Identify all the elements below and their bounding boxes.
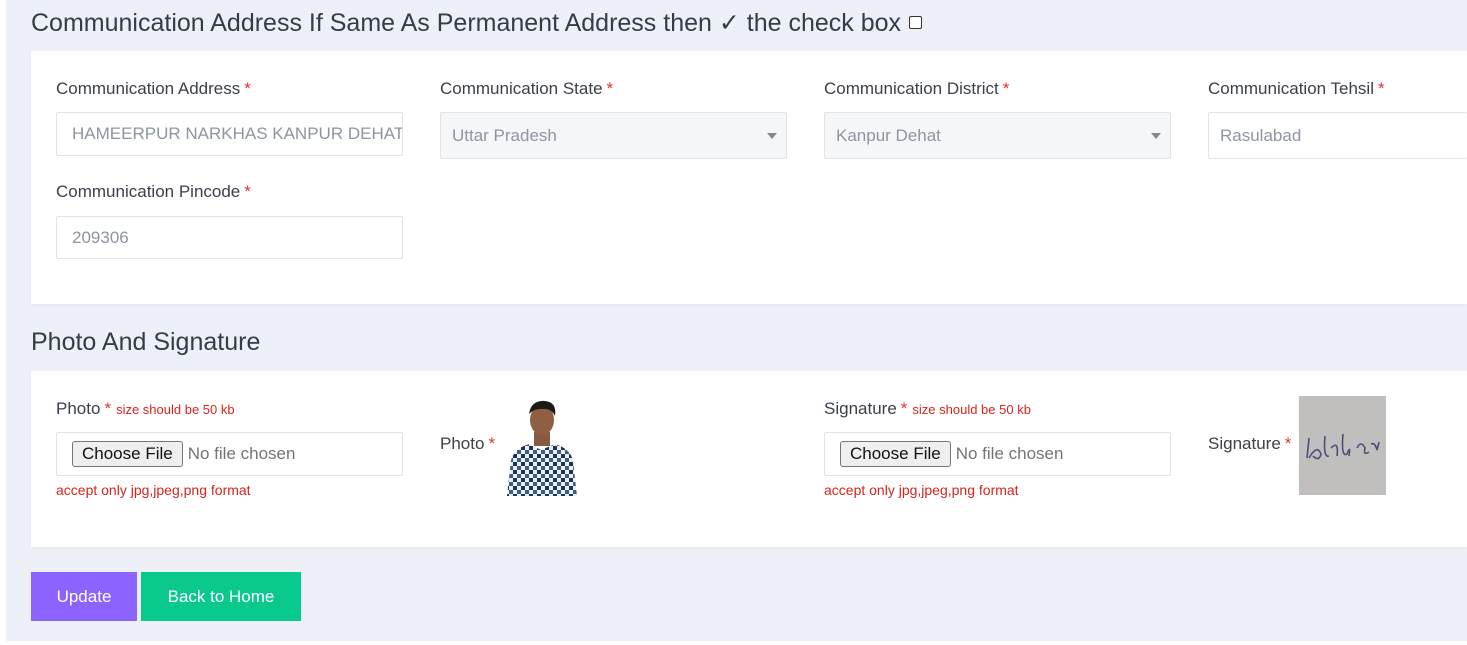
communication-pincode-label-text: Communication Pincode: [56, 182, 241, 201]
photo-signature-card: Photo * size should be 50 kb Choose File N…: [31, 371, 1467, 547]
photo-size-hint: size should be 50 kb: [116, 402, 235, 417]
photo-choose-file-button[interactable]: Choose File: [72, 441, 183, 467]
same-as-permanent-checkbox[interactable]: [909, 15, 923, 29]
required-mark: *: [244, 182, 251, 201]
required-mark: *: [900, 399, 908, 418]
update-button[interactable]: Update: [31, 572, 137, 621]
communication-address-value: HAMEERPUR NARKHAS KANPUR DEHAT: [72, 124, 403, 143]
communication-tehsil-label-text: Communication Tehsil: [1208, 79, 1374, 98]
communication-state-label-text: Communication State: [440, 79, 603, 98]
communication-tehsil-label: Communication Tehsil *: [1208, 79, 1385, 99]
communication-district-value: Kanpur Dehat: [836, 125, 941, 145]
back-to-home-button[interactable]: Back to Home: [141, 572, 301, 621]
communication-pincode-input[interactable]: 209306: [56, 216, 403, 259]
signature-file-input[interactable]: Choose File No file chosen: [824, 432, 1171, 476]
required-mark: *: [606, 79, 614, 98]
communication-card: Communication Address * HAMEERPUR NARKHAS…: [31, 51, 1467, 304]
communication-district-label-text: Communication District: [824, 79, 999, 98]
communication-title-text: Communication Address If Same As Permane…: [31, 9, 902, 37]
photo-label: Photo * size should be 50 kb: [56, 399, 235, 419]
communication-district-select[interactable]: Kanpur Dehat: [824, 112, 1171, 159]
photo-no-file-text: No file chosen: [187, 444, 296, 463]
required-mark: *: [244, 79, 251, 98]
communication-section-title: Communication Address If Same As Permane…: [31, 8, 923, 38]
photo-file-input[interactable]: Choose File No file chosen: [56, 432, 403, 476]
required-mark: *: [1284, 434, 1292, 453]
communication-state-select[interactable]: Uttar Pradesh: [440, 112, 787, 159]
photo-preview-image: [505, 398, 578, 496]
communication-address-label: Communication Address *: [56, 79, 251, 99]
signature-label-text: Signature: [824, 399, 897, 418]
required-mark: *: [104, 399, 112, 418]
signature-preview-label: Signature *: [1208, 434, 1291, 454]
communication-state-value: Uttar Pradesh: [452, 125, 557, 145]
signature-preview-label-text: Signature: [1208, 434, 1281, 453]
communication-district-label: Communication District *: [824, 79, 1009, 99]
photo-label-text: Photo: [56, 399, 101, 418]
signature-size-hint: size should be 50 kb: [912, 402, 1031, 417]
required-mark: *: [1002, 79, 1010, 98]
signature-accept-note: accept only jpg,jpeg,png format: [824, 482, 1019, 498]
signature-choose-file-button[interactable]: Choose File: [840, 441, 951, 467]
communication-state-label: Communication State *: [440, 79, 613, 99]
chevron-down-icon: [767, 132, 777, 139]
signature-preview-image: [1299, 396, 1386, 495]
photo-preview-label: Photo *: [440, 434, 495, 454]
communication-address-input[interactable]: HAMEERPUR NARKHAS KANPUR DEHAT: [56, 112, 403, 156]
signature-no-file-text: No file chosen: [955, 444, 1064, 463]
communication-tehsil-value: Rasulabad: [1220, 125, 1302, 145]
required-mark: *: [1377, 79, 1385, 98]
signature-label: Signature * size should be 50 kb: [824, 399, 1031, 419]
photo-preview-label-text: Photo: [440, 434, 485, 453]
required-mark: *: [488, 434, 496, 453]
communication-pincode-label: Communication Pincode *: [56, 182, 251, 202]
communication-pincode-value: 209306: [72, 227, 129, 247]
communication-address-label-text: Communication Address: [56, 79, 241, 98]
communication-tehsil-input[interactable]: Rasulabad: [1208, 112, 1467, 159]
photo-accept-note: accept only jpg,jpeg,png format: [56, 482, 251, 498]
photo-signature-section-title: Photo And Signature: [31, 328, 261, 356]
chevron-down-icon: [1151, 132, 1161, 139]
